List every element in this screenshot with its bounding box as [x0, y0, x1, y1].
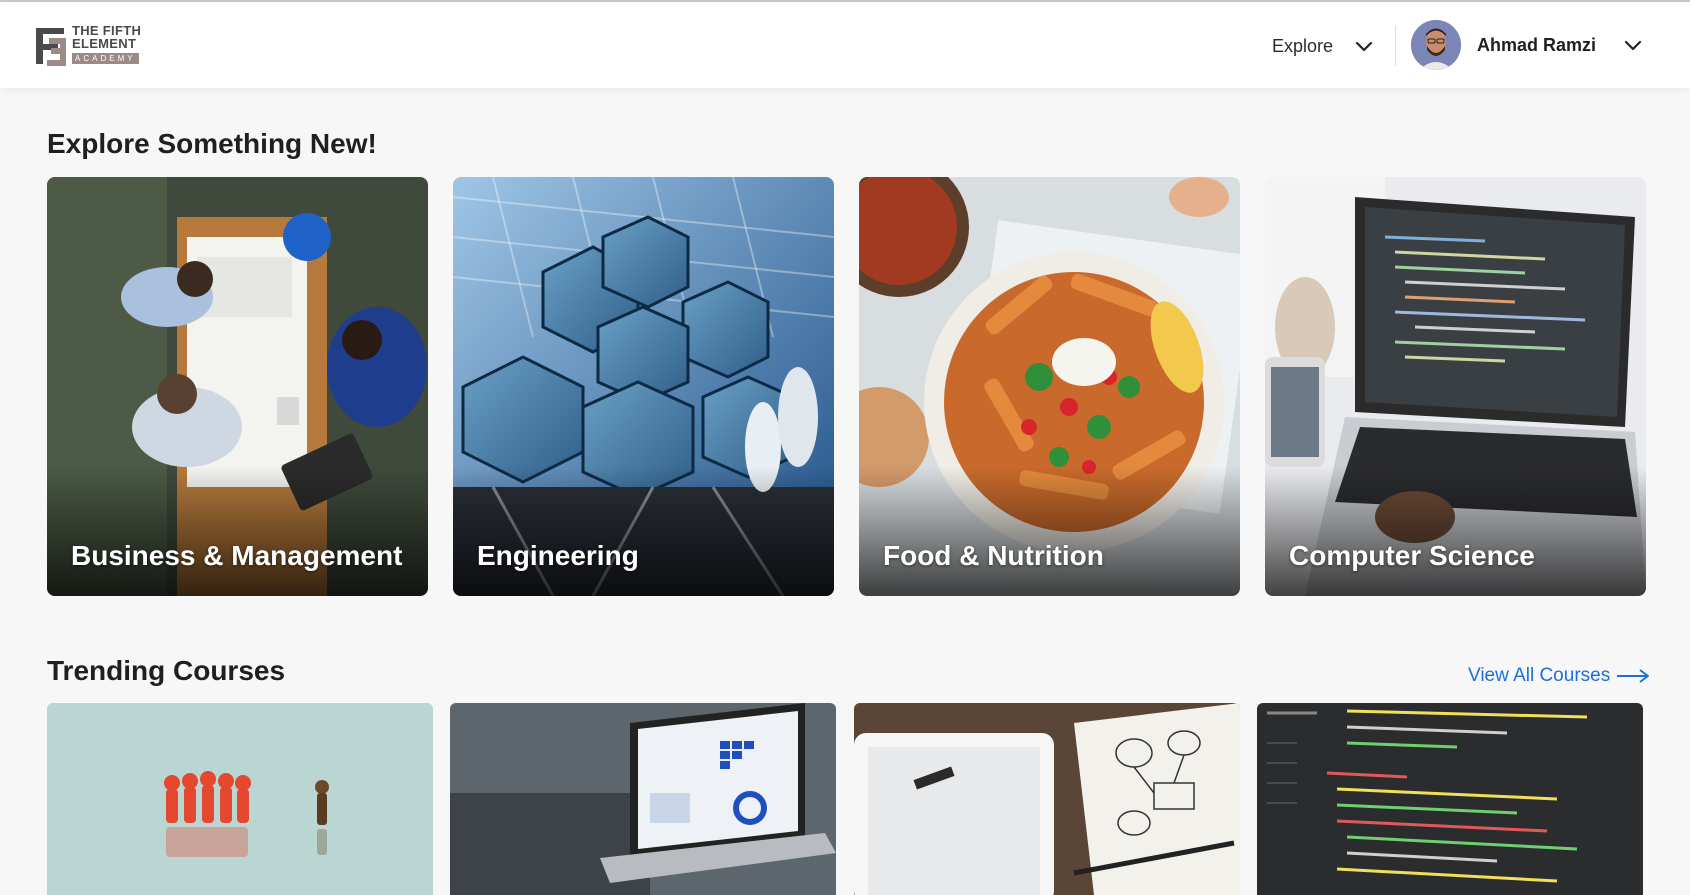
arrow-right-icon [1617, 669, 1650, 683]
category-label: Business & Management [71, 540, 403, 571]
explore-menu[interactable]: Explore [1272, 32, 1373, 60]
logo-mark-icon [36, 28, 66, 66]
course-card[interactable] [47, 703, 433, 895]
course-image-leadership [47, 703, 433, 895]
course-image-design [854, 703, 1240, 895]
view-all-label: View All Courses [1468, 665, 1611, 686]
category-card-business[interactable]: Business & Management [47, 177, 428, 596]
header-divider [1395, 26, 1396, 66]
academy-logo[interactable]: THE FIFTH ELEMENT ACADEMY [34, 24, 141, 68]
category-card-computer-science[interactable]: Computer Science [1265, 177, 1646, 596]
trending-section-title: Trending Courses [47, 655, 286, 686]
course-card[interactable] [450, 703, 836, 895]
top-navbar: THE FIFTH ELEMENT ACADEMY Explore Ahmad … [0, 2, 1690, 88]
course-image-code [1257, 703, 1643, 895]
category-label: Engineering [477, 540, 639, 571]
explore-label: Explore [1272, 35, 1334, 56]
explore-section-title: Explore Something New! [47, 128, 377, 159]
course-image-analytics [450, 703, 836, 895]
view-all-courses-link[interactable]: View All Courses [1468, 665, 1650, 687]
user-avatar-icon [1411, 20, 1461, 70]
user-name: Ahmad Ramzi [1477, 34, 1597, 55]
card-gradient [453, 466, 834, 596]
card-gradient [859, 466, 1240, 596]
card-gradient [47, 466, 428, 596]
category-label: Food & Nutrition [883, 540, 1104, 571]
course-card[interactable] [1257, 703, 1643, 895]
chevron-down-icon [1624, 40, 1642, 50]
chevron-down-icon [1355, 41, 1373, 51]
card-gradient [1265, 466, 1646, 596]
category-label: Computer Science [1289, 540, 1535, 571]
avatar[interactable] [1411, 20, 1461, 70]
logo-text: THE FIFTH ELEMENT ACADEMY [72, 24, 141, 64]
logo-line-2: ELEMENT [72, 36, 137, 51]
category-card-engineering[interactable]: Engineering [453, 177, 834, 596]
category-card-food[interactable]: Food & Nutrition [859, 177, 1240, 596]
course-card[interactable] [854, 703, 1240, 895]
logo-line-3: ACADEMY [72, 53, 139, 64]
user-menu[interactable]: Ahmad Ramzi [1411, 20, 1642, 70]
